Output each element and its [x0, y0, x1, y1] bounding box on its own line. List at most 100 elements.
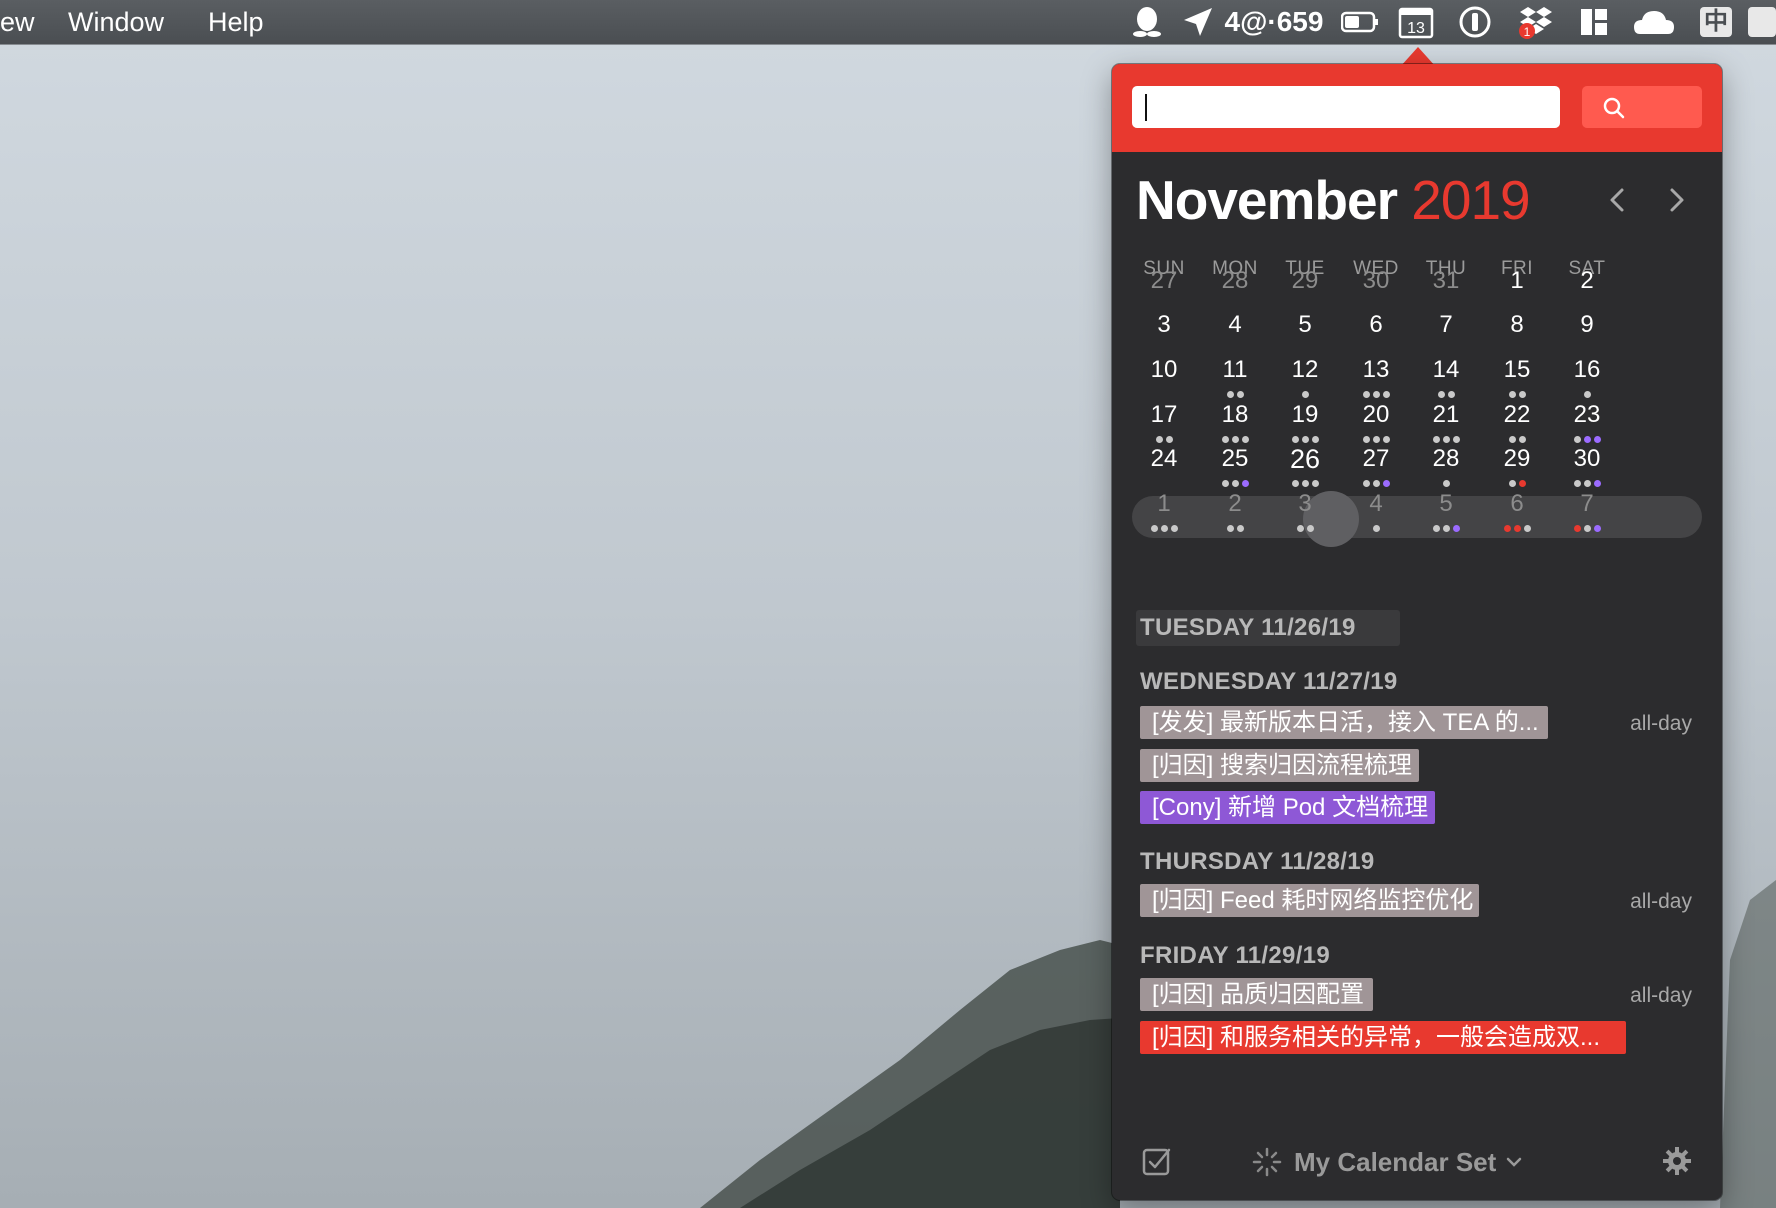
calendar-day[interactable]: 14: [1406, 355, 1486, 385]
calendar-day[interactable]: 31: [1406, 266, 1486, 296]
settings-button[interactable]: [1662, 1146, 1692, 1181]
calendar-day[interactable]: 19: [1265, 400, 1345, 430]
calendar-day[interactable]: 4: [1336, 489, 1416, 519]
event-dot: [1573, 480, 1581, 487]
event-dots: [1336, 391, 1416, 399]
calendar-day[interactable]: 20: [1336, 400, 1416, 430]
app-icon[interactable]: [1748, 4, 1776, 40]
cloud-icon[interactable]: [1630, 4, 1678, 40]
reminders-toggle[interactable]: [1142, 1146, 1172, 1181]
calendar-day[interactable]: 2: [1195, 489, 1275, 519]
event-dot: [1236, 391, 1244, 398]
search-button[interactable]: [1582, 86, 1702, 128]
spinner-icon: [1252, 1147, 1282, 1177]
event-dot: [1437, 391, 1445, 398]
calendar-day[interactable]: 5: [1265, 310, 1345, 340]
calendar-day[interactable]: 13: [1336, 355, 1416, 385]
calendar-day[interactable]: 29: [1477, 444, 1557, 474]
calendar-day[interactable]: 27: [1336, 444, 1416, 474]
calendar-day[interactable]: 17: [1124, 400, 1204, 430]
event-dot: [1301, 436, 1309, 443]
calendar-day[interactable]: 22: [1477, 400, 1557, 430]
agenda-heading-thursday[interactable]: THURSDAY 11/28/19: [1140, 848, 1375, 876]
calendar-day[interactable]: 7: [1406, 310, 1486, 340]
event-item[interactable]: [归因] 搜索归因流程梳理: [1140, 749, 1419, 782]
calendar-set-selector[interactable]: My Calendar Set: [1252, 1142, 1522, 1182]
menu-item-view[interactable]: ew: [0, 6, 35, 38]
agenda-heading-tuesday[interactable]: TUESDAY 11/26/19: [1140, 614, 1356, 642]
previous-month-button[interactable]: [1602, 182, 1632, 218]
menu-item-help[interactable]: Help: [208, 6, 264, 38]
calendar-day[interactable]: 6: [1477, 489, 1557, 519]
calendar-day[interactable]: 3: [1124, 310, 1204, 340]
calendar-day[interactable]: 18: [1195, 400, 1275, 430]
calendar-day[interactable]: 25: [1195, 444, 1275, 474]
calendar-day[interactable]: 24: [1124, 444, 1204, 474]
event-dot: [1241, 436, 1249, 443]
calendar-day-today[interactable]: 26: [1265, 444, 1345, 474]
calendar-day[interactable]: 7: [1547, 489, 1627, 519]
event-time: all-day: [1630, 890, 1692, 913]
agenda-heading-friday[interactable]: FRIDAY 11/29/19: [1140, 942, 1330, 970]
calendar-day[interactable]: 6: [1336, 310, 1416, 340]
layout-icon[interactable]: [1576, 4, 1612, 40]
calendar-day[interactable]: 29: [1265, 266, 1345, 296]
calendar-day[interactable]: 28: [1406, 444, 1486, 474]
input-method-icon[interactable]: 中: [1696, 4, 1736, 40]
event-dot: [1518, 480, 1526, 487]
menu-bar: ew Window Help 4@·659 13 1 中: [0, 0, 1776, 44]
calendar-day[interactable]: 5: [1406, 489, 1486, 519]
event-item[interactable]: [归因] 品质归因配置: [1140, 978, 1373, 1011]
calendar-day[interactable]: 4: [1195, 310, 1275, 340]
menu-item-window[interactable]: Window: [68, 6, 164, 38]
event-item[interactable]: [发发] 最新版本日活，接入 TEA 的...: [1140, 706, 1548, 739]
calendar-day[interactable]: 27: [1124, 266, 1204, 296]
status-text[interactable]: 4@·659: [1220, 4, 1328, 40]
event-dot: [1447, 391, 1455, 398]
event-dot: [1432, 436, 1440, 443]
battery-icon[interactable]: [1338, 4, 1382, 40]
event-item[interactable]: [归因] 和服务相关的异常，一般会造成双...: [1140, 1021, 1626, 1054]
calendar-day[interactable]: 21: [1406, 400, 1486, 430]
calendar-day[interactable]: 15: [1477, 355, 1557, 385]
password-icon[interactable]: [1456, 4, 1494, 40]
calendar-day[interactable]: 28: [1195, 266, 1275, 296]
event-item[interactable]: [Cony] 新增 Pod 文档梳理: [1140, 791, 1435, 824]
event-dots: [1477, 525, 1557, 533]
calendar-day[interactable]: 9: [1547, 310, 1627, 340]
calendar-day[interactable]: 10: [1124, 355, 1204, 385]
calendar-day[interactable]: 30: [1547, 444, 1627, 474]
event-dot: [1513, 525, 1521, 532]
event-dot: [1301, 391, 1309, 398]
event-dot: [1508, 436, 1516, 443]
calendar-day[interactable]: 8: [1477, 310, 1557, 340]
event-dot: [1170, 525, 1178, 532]
event-dot: [1372, 391, 1380, 398]
event-item[interactable]: [归因] Feed 耗时网络监控优化: [1140, 884, 1479, 917]
calendar-day[interactable]: 30: [1336, 266, 1416, 296]
calendar-day[interactable]: 12: [1265, 355, 1345, 385]
event-dot: [1160, 525, 1168, 532]
event-dot: [1165, 436, 1173, 443]
event-dot: [1593, 525, 1601, 532]
next-month-button[interactable]: [1662, 182, 1692, 218]
calendar-day[interactable]: 23: [1547, 400, 1627, 430]
calendar-icon[interactable]: 13: [1396, 4, 1436, 40]
search-input[interactable]: [1132, 86, 1560, 128]
calendar-day[interactable]: 1: [1124, 489, 1204, 519]
calendar-day[interactable]: 2: [1547, 266, 1627, 296]
event-dots: [1547, 480, 1627, 488]
calendar-day[interactable]: 3: [1265, 489, 1345, 519]
event-dots: [1477, 436, 1557, 444]
calendar-day[interactable]: 16: [1547, 355, 1627, 385]
qq-icon[interactable]: [1126, 4, 1168, 40]
dropbox-icon[interactable]: 1: [1514, 4, 1558, 40]
event-dots: [1406, 436, 1486, 444]
event-dot: [1306, 525, 1314, 532]
location-arrow-icon[interactable]: [1180, 4, 1216, 40]
calendar-day[interactable]: 11: [1195, 355, 1275, 385]
calendar-day[interactable]: 1: [1477, 266, 1557, 296]
chevron-left-icon: [1610, 188, 1624, 212]
agenda-heading-wednesday[interactable]: WEDNESDAY 11/27/19: [1140, 668, 1398, 696]
month-name: November: [1136, 169, 1398, 231]
